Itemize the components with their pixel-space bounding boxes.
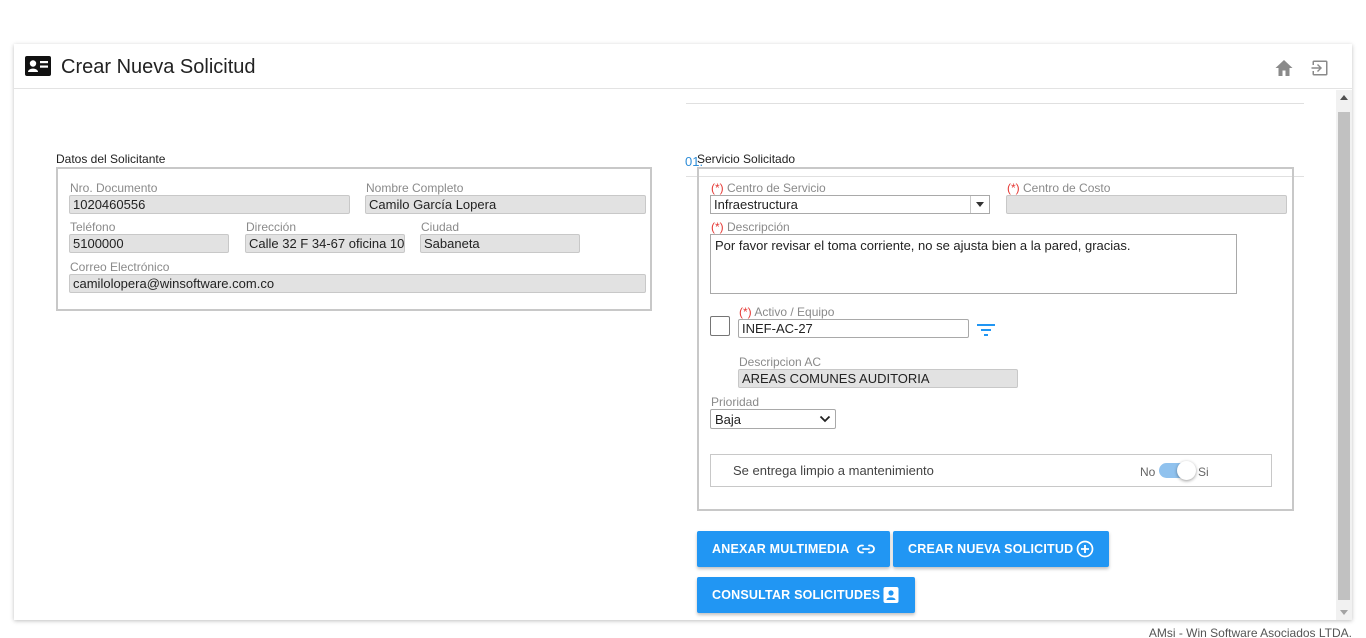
consultar-solicitudes-button[interactable]: CONSULTAR SOLICITUDES	[697, 577, 915, 613]
page-title: Crear Nueva Solicitud	[61, 56, 256, 78]
entrega-label: Se entrega limpio a mantenimiento	[733, 463, 934, 478]
crear-label: CREAR NUEVA SOLICITUD	[908, 542, 1074, 556]
id-card-icon	[25, 56, 51, 76]
contact-icon	[883, 587, 899, 603]
servicio-legend: Servicio Solicitado	[697, 152, 796, 166]
prioridad-select[interactable]: Baja	[710, 409, 836, 429]
filter-icon[interactable]	[976, 322, 996, 338]
chevron-down-icon	[819, 415, 831, 423]
required-mark: (*)	[1007, 181, 1020, 195]
main-card: Crear Nueva Solicitud 01. Datos del Soli…	[14, 44, 1352, 620]
consultar-label: CONSULTAR SOLICITUDES	[712, 588, 881, 602]
correo-field[interactable]: camilolopera@winsoftware.com.co	[69, 274, 646, 293]
descripcion-ac-field[interactable]: AREAS COMUNES AUDITORIA	[738, 369, 1018, 388]
nombre-label: Nombre Completo	[366, 181, 464, 195]
activo-field[interactable]: INEF-AC-27	[738, 319, 969, 338]
prioridad-label: Prioridad	[711, 395, 760, 409]
nombre-field[interactable]: Camilo García Lopera	[365, 195, 646, 214]
toggle-no-label: No	[1140, 465, 1156, 479]
scroll-down-arrow[interactable]	[1336, 604, 1352, 620]
correo-label: Correo Electrónico	[70, 260, 170, 274]
centro-servicio-label: (*) Centro de Servicio	[711, 181, 826, 195]
required-mark: (*)	[711, 181, 724, 195]
documento-field[interactable]: 1020460556	[69, 195, 350, 214]
servicio-fieldset: (*) Centro de Servicio Infraestructura (…	[697, 167, 1294, 511]
chevron-down-icon	[970, 196, 989, 213]
entrega-toggle[interactable]	[1159, 461, 1196, 480]
anexar-multimedia-button[interactable]: ANEXAR MULTIMEDIA	[697, 531, 890, 567]
centro-costo-label: (*) Centro de Costo	[1007, 181, 1111, 195]
exit-icon[interactable]	[1310, 58, 1330, 78]
scroll-up-arrow[interactable]	[1336, 90, 1352, 106]
toggle-knob	[1177, 461, 1196, 480]
centro-servicio-select[interactable]: Infraestructura	[710, 195, 990, 214]
centro-costo-field[interactable]	[1006, 195, 1287, 214]
entrega-row: Se entrega limpio a mantenimiento No Si	[710, 454, 1272, 487]
form-content: 01. Datos del Solicitante Nro. Documento…	[14, 90, 1334, 620]
direccion-field[interactable]: Calle 32 F 34-67 oficina 10	[245, 234, 405, 253]
solicitante-legend: Datos del Solicitante	[56, 152, 166, 166]
direccion-label: Dirección	[246, 220, 297, 234]
documento-label: Nro. Documento	[70, 181, 158, 195]
descripcion-label: (*) Descripción	[711, 220, 790, 234]
solicitante-fieldset: Nro. Documento 1020460556 Nombre Complet…	[56, 167, 652, 311]
descripcion-textarea[interactable]: Por favor revisar el toma corriente, no …	[710, 234, 1237, 294]
required-mark: (*)	[711, 220, 724, 234]
activo-label: (*) Activo / Equipo	[739, 305, 835, 319]
anexar-label: ANEXAR MULTIMEDIA	[712, 542, 850, 556]
scroll-thumb[interactable]	[1338, 112, 1350, 600]
telefono-field[interactable]: 5100000	[69, 234, 229, 253]
divider	[686, 103, 1304, 104]
footer-credit: AMsi - Win Software Asociados LTDA.	[1148, 626, 1352, 638]
ciudad-field[interactable]: Sabaneta	[420, 234, 580, 253]
required-mark: (*)	[739, 305, 752, 319]
card-header: Crear Nueva Solicitud	[14, 44, 1352, 89]
activo-checkbox[interactable]	[710, 316, 730, 336]
descripcion-ac-label: Descripcion AC	[739, 355, 822, 369]
ciudad-label: Ciudad	[421, 220, 460, 234]
add-circle-icon	[1076, 540, 1094, 558]
link-icon	[857, 544, 875, 554]
vertical-scrollbar[interactable]	[1336, 90, 1352, 620]
telefono-label: Teléfono	[70, 220, 116, 234]
toggle-si-label: Si	[1198, 465, 1209, 479]
home-icon[interactable]	[1274, 58, 1294, 78]
crear-solicitud-button[interactable]: CREAR NUEVA SOLICITUD	[893, 531, 1109, 567]
